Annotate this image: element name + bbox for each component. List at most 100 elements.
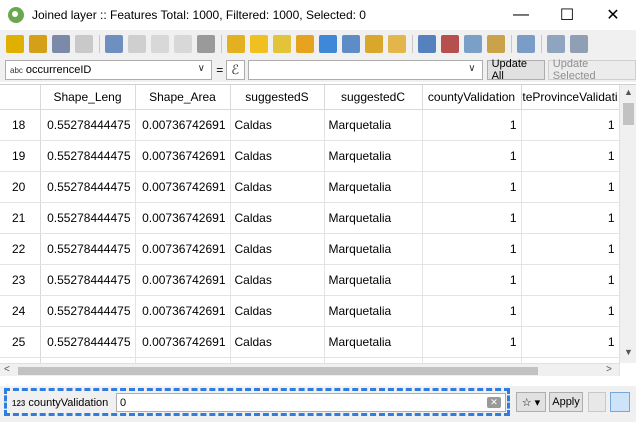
table-cell[interactable]: 0.55278444475 <box>40 202 136 234</box>
apply-filter-button[interactable]: Apply <box>549 392 583 412</box>
column-header[interactable]: teProvinceValidati <box>521 85 620 110</box>
table-cell[interactable]: 0.00736742691 <box>135 109 231 141</box>
table-cell[interactable]: 1 <box>521 233 620 265</box>
table-cell[interactable]: 0.55278444475 <box>40 109 136 141</box>
table-cell[interactable]: Caldas <box>230 326 325 358</box>
table-cell[interactable]: 1 <box>422 171 522 203</box>
table-cell[interactable]: 1 <box>521 202 620 234</box>
table-cell[interactable]: 0.00736742691 <box>135 326 231 358</box>
table-cell[interactable]: Caldas <box>230 233 325 265</box>
table-row[interactable]: 21 0.55278444475 0.00736742691 Caldas Marque… <box>0 202 620 234</box>
table-cell[interactable]: Marquetalia <box>324 202 423 234</box>
table-cell[interactable]: 1 <box>521 326 620 358</box>
select-all-icon[interactable] <box>250 35 268 53</box>
horizontal-scroll-thumb[interactable] <box>18 367 538 375</box>
table-cell[interactable]: 1 <box>521 264 620 296</box>
maximize-button[interactable]: ☐ <box>544 0 590 30</box>
update-selected-button[interactable]: Update Selected <box>547 58 636 82</box>
vertical-scrollbar[interactable]: ▲ ▼ <box>619 85 636 363</box>
row-number[interactable]: 20 <box>0 171 41 203</box>
table-cell[interactable]: 1 <box>422 295 522 327</box>
select-expression-icon[interactable] <box>227 35 245 53</box>
table-cell[interactable]: Caldas <box>230 109 325 141</box>
table-cell[interactable]: 0.55278444475 <box>40 233 136 265</box>
table-cell[interactable]: Caldas <box>230 140 325 172</box>
table-cell[interactable]: Marquetalia <box>324 264 423 296</box>
table-cell[interactable]: 0.00736742691 <box>135 264 231 296</box>
table-row[interactable]: 24 0.55278444475 0.00736742691 Caldas Marque… <box>0 295 620 327</box>
toggle-multi-edit-icon[interactable] <box>29 35 47 53</box>
conditional-format-icon[interactable] <box>487 35 505 53</box>
close-button[interactable]: ✕ <box>590 0 636 30</box>
horizontal-scrollbar[interactable]: < > <box>0 363 619 376</box>
filter-select-icon[interactable] <box>319 35 337 53</box>
scroll-right-icon[interactable]: > <box>606 364 612 375</box>
table-cell[interactable]: Caldas <box>230 295 325 327</box>
table-cell[interactable]: 0.55278444475 <box>40 295 136 327</box>
row-number[interactable]: 19 <box>0 140 41 172</box>
zoom-map-icon[interactable] <box>570 35 588 53</box>
table-cell[interactable]: 0.55278444475 <box>40 140 136 172</box>
field-calculator-icon[interactable] <box>464 35 482 53</box>
table-cell[interactable]: Caldas <box>230 202 325 234</box>
update-all-button[interactable]: Update All <box>486 58 545 82</box>
table-cell[interactable]: 1 <box>521 295 620 327</box>
move-selection-top-icon[interactable] <box>342 35 360 53</box>
table-cell[interactable]: 1 <box>521 109 620 141</box>
expression-value-input[interactable]: ∨ <box>247 60 483 80</box>
cut-icon[interactable] <box>151 35 169 53</box>
filter-field-label[interactable]: 123 countyValidation <box>12 394 108 412</box>
table-cell[interactable]: 1 <box>422 326 522 358</box>
table-cell[interactable]: 0.55278444475 <box>40 326 136 358</box>
row-number[interactable]: 18 <box>0 109 41 141</box>
scroll-left-icon[interactable]: < <box>4 364 10 375</box>
table-cell[interactable]: Caldas <box>230 264 325 296</box>
table-cell[interactable]: 0.00736742691 <box>135 171 231 203</box>
invert-selection-icon[interactable] <box>273 35 291 53</box>
table-row[interactable]: 19 0.55278444475 0.00736742691 Caldas Marque… <box>0 140 620 172</box>
add-feature-icon[interactable] <box>105 35 123 53</box>
pan-to-selected-icon[interactable] <box>365 35 383 53</box>
new-field-icon[interactable] <box>418 35 436 53</box>
delete-feature-icon[interactable] <box>128 35 146 53</box>
column-header[interactable]: suggestedC <box>324 85 423 110</box>
scroll-up-icon[interactable]: ▲ <box>620 87 636 97</box>
clear-icon[interactable]: ✕ <box>487 397 501 408</box>
toggle-editing-icon[interactable] <box>6 35 24 53</box>
table-cell[interactable]: 0.00736742691 <box>135 202 231 234</box>
table-cell[interactable]: 1 <box>422 233 522 265</box>
table-cell[interactable]: Marquetalia <box>324 109 423 141</box>
dock-icon[interactable] <box>517 35 535 53</box>
filter-value-input[interactable]: 0 ✕ <box>116 393 506 412</box>
row-number[interactable]: 24 <box>0 295 41 327</box>
row-number[interactable]: 21 <box>0 202 41 234</box>
column-header[interactable]: countyValidation <box>422 85 522 110</box>
table-row[interactable]: 22 0.55278444475 0.00736742691 Caldas Marque… <box>0 233 620 265</box>
scroll-down-icon[interactable]: ▼ <box>620 347 636 357</box>
table-cell[interactable]: Marquetalia <box>324 295 423 327</box>
table-row[interactable]: 25 0.55278444475 0.00736742691 Caldas Marque… <box>0 326 620 358</box>
table-cell[interactable]: 0.00736742691 <box>135 295 231 327</box>
vertical-scroll-thumb[interactable] <box>623 103 634 125</box>
table-cell[interactable]: 1 <box>422 140 522 172</box>
row-number[interactable]: 25 <box>0 326 41 358</box>
table-cell[interactable]: Marquetalia <box>324 171 423 203</box>
table-cell[interactable]: Marquetalia <box>324 233 423 265</box>
copy-icon[interactable] <box>174 35 192 53</box>
delete-field-icon[interactable] <box>441 35 459 53</box>
minimize-button[interactable]: — <box>498 0 544 30</box>
row-number[interactable]: 22 <box>0 233 41 265</box>
table-cell[interactable]: Marquetalia <box>324 140 423 172</box>
form-view-button[interactable] <box>588 392 606 412</box>
filter-favorites-button[interactable]: ☆ ▾ <box>516 392 546 412</box>
row-number[interactable]: 23 <box>0 264 41 296</box>
expression-builder-button[interactable]: ℰ <box>225 60 245 80</box>
table-cell[interactable]: 0.00736742691 <box>135 233 231 265</box>
column-header[interactable]: Shape_Leng <box>40 85 136 110</box>
reload-icon[interactable] <box>75 35 93 53</box>
table-view-button[interactable] <box>610 392 630 412</box>
table-cell[interactable]: 1 <box>422 264 522 296</box>
table-cell[interactable]: 0.55278444475 <box>40 171 136 203</box>
table-cell[interactable]: 1 <box>422 202 522 234</box>
column-header[interactable]: suggestedS <box>230 85 325 110</box>
